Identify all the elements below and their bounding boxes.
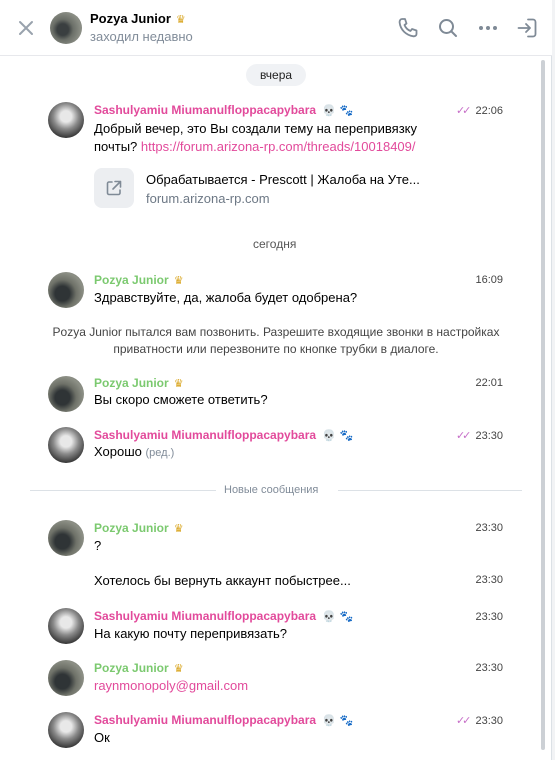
- chat-title[interactable]: Pozya Junior ♛: [90, 11, 186, 26]
- phone-icon[interactable]: [396, 16, 420, 40]
- avatar[interactable]: [48, 520, 84, 556]
- crown-icon: ♛: [173, 275, 184, 287]
- avatar[interactable]: [48, 427, 84, 463]
- message-text: Хорошо (ред.): [94, 444, 175, 459]
- skull-emoji-icon: 💀: [322, 715, 336, 727]
- link-preview-thumb[interactable]: [94, 168, 134, 208]
- message-time: 23:30: [475, 574, 503, 586]
- scrollbar[interactable]: [541, 60, 545, 750]
- message-text: Ок: [94, 730, 110, 745]
- sender-name[interactable]: Sashulyamiu Miumanulfloppacapybara 💀 🐾: [94, 713, 353, 727]
- sender-name[interactable]: Sashulyamiu Miumanulfloppacapybara 💀 🐾: [94, 428, 353, 442]
- divider: [30, 490, 216, 491]
- new-messages-divider: Новые сообщения: [224, 484, 319, 496]
- email-link[interactable]: raynmonopoly@gmail.com: [94, 677, 248, 695]
- avatar[interactable]: [48, 272, 84, 308]
- avatar[interactable]: [48, 102, 84, 138]
- read-checkmarks-icon: ✓✓: [455, 715, 472, 727]
- paw-emoji-icon: 🐾: [339, 715, 354, 727]
- skull-emoji-icon: 💀: [322, 430, 336, 442]
- crown-icon: ♛: [173, 523, 184, 535]
- message-time: 16:09: [475, 274, 503, 286]
- sender-name[interactable]: Pozya Junior ♛: [94, 376, 184, 390]
- missed-call-notice: Pozya Junior пытался вам позвонить. Разр…: [52, 325, 500, 356]
- message-time: 23:30: [475, 522, 503, 534]
- avatar[interactable]: [48, 660, 84, 696]
- message-text: Добрый вечер, это Вы создали тему на пер…: [94, 121, 418, 154]
- paw-emoji-icon: 🐾: [339, 105, 354, 117]
- message-text: Хотелось бы вернуть аккаунт побыстрее...: [94, 573, 351, 588]
- search-icon[interactable]: [436, 16, 460, 40]
- close-icon[interactable]: [14, 16, 38, 40]
- crown-icon: ♛: [173, 663, 184, 675]
- message-text: Вы скоро сможете ответить?: [94, 392, 268, 407]
- message-text: ?: [94, 538, 102, 553]
- chat-header: Pozya Junior ♛ заходил недавно: [0, 0, 552, 56]
- link-preview-title[interactable]: Обрабатывается - Prescott | Жалоба на Ут…: [146, 172, 420, 187]
- sender-name[interactable]: Sashulyamiu Miumanulfloppacapybara 💀 🐾: [94, 103, 353, 117]
- more-icon[interactable]: [476, 16, 500, 40]
- message-time: ✓✓ 23:30: [455, 430, 503, 442]
- message-text: На какую почту перепривязать?: [94, 626, 288, 641]
- divider: [338, 490, 522, 491]
- external-link-icon: [106, 180, 122, 196]
- read-checkmarks-icon: ✓✓: [455, 430, 472, 442]
- chat-panel: Pozya Junior ♛ заходил недавно вчера Sash…: [0, 0, 552, 760]
- read-checkmarks-icon: ✓✓: [455, 105, 472, 117]
- date-separator-yesterday: вчера: [246, 64, 306, 86]
- message-text: Здравствуйте, да, жалоба будет одобрена?: [94, 290, 358, 305]
- message-time: 23:30: [475, 662, 503, 674]
- crown-icon: ♛: [175, 14, 186, 26]
- message-time: ✓✓ 23:30: [455, 715, 503, 727]
- avatar[interactable]: [48, 712, 84, 748]
- link-preview-host: forum.arizona-rp.com: [146, 191, 270, 206]
- avatar[interactable]: [50, 12, 82, 44]
- avatar[interactable]: [48, 376, 84, 412]
- paw-emoji-icon: 🐾: [339, 611, 354, 623]
- avatar[interactable]: [48, 608, 84, 644]
- sender-name[interactable]: Pozya Junior ♛: [94, 521, 184, 535]
- crown-icon: ♛: [173, 378, 184, 390]
- edited-label: (ред.): [145, 447, 175, 459]
- sender-name[interactable]: Pozya Junior ♛: [94, 273, 184, 287]
- date-separator-today: сегодня: [253, 237, 297, 251]
- skull-emoji-icon: 💀: [322, 105, 336, 117]
- message-time: 23:30: [475, 611, 503, 623]
- message-link[interactable]: https://forum.arizona-rp.com/threads/100…: [141, 139, 416, 154]
- skull-emoji-icon: 💀: [322, 611, 336, 623]
- sender-name[interactable]: Pozya Junior ♛: [94, 661, 184, 675]
- message-time: 22:01: [475, 377, 503, 389]
- sender-name[interactable]: Sashulyamiu Miumanulfloppacapybara 💀 🐾: [94, 609, 353, 623]
- user-status: заходил недавно: [90, 29, 193, 44]
- paw-emoji-icon: 🐾: [339, 430, 354, 442]
- exit-icon[interactable]: [515, 16, 539, 40]
- message-time: ✓✓ 22:06: [455, 105, 503, 117]
